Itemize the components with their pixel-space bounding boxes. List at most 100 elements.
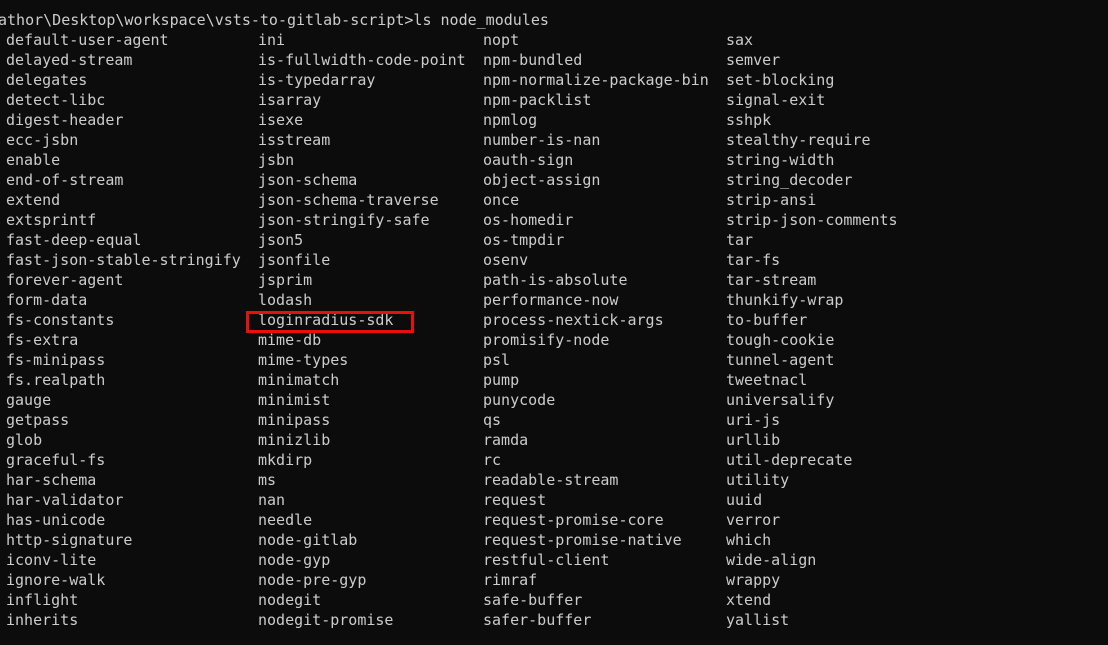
directory-entry: to-buffer (726, 311, 808, 329)
directory-entry: strip-ansi (726, 191, 817, 209)
directory-entry: json-schema (258, 171, 358, 189)
directory-entry: promisify-node (483, 331, 610, 349)
directory-entry: xtend (726, 591, 772, 609)
directory-entry: node-gyp (258, 551, 331, 569)
directory-entry: fs-minipass (6, 351, 106, 369)
directory-entry: isstream (258, 131, 331, 149)
directory-entry: tar-stream (726, 271, 817, 289)
directory-entry: delayed-stream (6, 51, 133, 69)
command-text: ls node_modules (413, 11, 549, 29)
directory-entry: mkdirp (258, 451, 313, 469)
directory-entry: node-gitlab (258, 531, 358, 549)
directory-entry: npmlog (483, 111, 538, 129)
directory-entry: enable (6, 151, 61, 169)
directory-entry: pump (483, 371, 520, 389)
directory-entry: semver (726, 51, 781, 69)
directory-entry: npm-bundled (483, 51, 583, 69)
directory-entry: digest-header (6, 111, 124, 129)
directory-entry: string_decoder (726, 171, 853, 189)
directory-entry: form-data (6, 291, 88, 309)
directory-entry: extend (6, 191, 61, 209)
directory-entry: osenv (483, 251, 529, 269)
directory-entry: minipass (258, 411, 331, 429)
directory-entry: json-stringify-safe (258, 211, 430, 229)
directory-entry: sshpk (726, 111, 772, 129)
directory-entry: delegates (6, 71, 88, 89)
directory-entry: node-pre-gyp (258, 571, 367, 589)
directory-entry: yallist (726, 611, 790, 629)
directory-entry: process-nextick-args (483, 311, 664, 329)
directory-entry: fs-constants (6, 311, 115, 329)
directory-entry: util-deprecate (726, 451, 853, 469)
directory-entry: jsprim (258, 271, 313, 289)
directory-entry: graceful-fs (6, 451, 106, 469)
directory-entry: fs-extra (6, 331, 79, 349)
directory-entry: punycode (483, 391, 556, 409)
directory-entry: utility (726, 471, 790, 489)
directory-entry: ramda (483, 431, 529, 449)
directory-entry: once (483, 191, 520, 209)
directory-entry: extsprintf (6, 211, 97, 229)
directory-entry: minizlib (258, 431, 331, 449)
directory-entry: verror (726, 511, 781, 529)
directory-entry: http-signature (6, 531, 133, 549)
directory-entry: inherits (6, 611, 79, 629)
directory-entry: tweetnacl (726, 371, 808, 389)
directory-entry: nopt (483, 31, 520, 49)
directory-entry: safer-buffer (483, 611, 592, 629)
directory-entry: signal-exit (726, 91, 826, 109)
directory-entry: sax (726, 31, 754, 49)
directory-entry: tar-fs (726, 251, 781, 269)
directory-entry: har-schema (6, 471, 97, 489)
directory-entry: is-typedarray (258, 71, 376, 89)
directory-entry: os-tmpdir (483, 231, 565, 249)
directory-entry: getpass (6, 411, 70, 429)
directory-entry: rimraf (483, 571, 538, 589)
directory-entry: fast-deep-equal (6, 231, 142, 249)
directory-entry: glob (6, 431, 43, 449)
listing-column-4: sax semver set-blocking signal-exit sshpk ste… (726, 30, 898, 630)
directory-entry: psl (483, 351, 511, 369)
directory-entry: isarray (258, 91, 322, 109)
directory-entry: mime-db (258, 331, 322, 349)
directory-entry: npm-normalize-package-bin (483, 71, 709, 89)
command-line: athor\Desktop\workspace\vsts-to-gitlab-s… (0, 10, 549, 30)
directory-entry: tough-cookie (726, 331, 835, 349)
directory-entry: minimatch (258, 371, 340, 389)
highlight-annotation-box (246, 311, 414, 333)
directory-entry: uri-js (726, 411, 781, 429)
directory-entry: tunnel-agent (726, 351, 835, 369)
directory-entry: request (483, 491, 547, 509)
directory-entry: ini (258, 31, 286, 49)
directory-entry: path-is-absolute (483, 271, 628, 289)
directory-entry: mime-types (258, 351, 349, 369)
directory-entry: request-promise-native (483, 531, 682, 549)
directory-entry: har-validator (6, 491, 124, 509)
directory-entry: end-of-stream (6, 171, 124, 189)
directory-entry: npm-packlist (483, 91, 592, 109)
directory-entry: fs.realpath (6, 371, 106, 389)
directory-entry: jsonfile (258, 251, 331, 269)
directory-entry: forever-agent (6, 271, 124, 289)
directory-entry: nodegit-promise (258, 611, 394, 629)
directory-entry: gauge (6, 391, 52, 409)
directory-entry: isexe (258, 111, 304, 129)
directory-entry: universalify (726, 391, 835, 409)
directory-entry: stealthy-require (726, 131, 871, 149)
directory-entry: json5 (258, 231, 304, 249)
terminal-window[interactable]: athor\Desktop\workspace\vsts-to-gitlab-s… (0, 0, 1108, 645)
directory-entry: ignore-walk (6, 571, 106, 589)
directory-entry: object-assign (483, 171, 601, 189)
directory-entry: tar (726, 231, 754, 249)
directory-entry: ms (258, 471, 277, 489)
directory-entry: jsbn (258, 151, 295, 169)
directory-entry: strip-json-comments (726, 211, 898, 229)
directory-entry: is-fullwidth-code-point (258, 51, 466, 69)
directory-entry: readable-stream (483, 471, 619, 489)
directory-entry: set-blocking (726, 71, 835, 89)
directory-entry: number-is-nan (483, 131, 601, 149)
directory-entry: inflight (6, 591, 79, 609)
directory-entry: minimist (258, 391, 331, 409)
directory-entry: default-user-agent (6, 31, 169, 49)
directory-entry: os-homedir (483, 211, 574, 229)
